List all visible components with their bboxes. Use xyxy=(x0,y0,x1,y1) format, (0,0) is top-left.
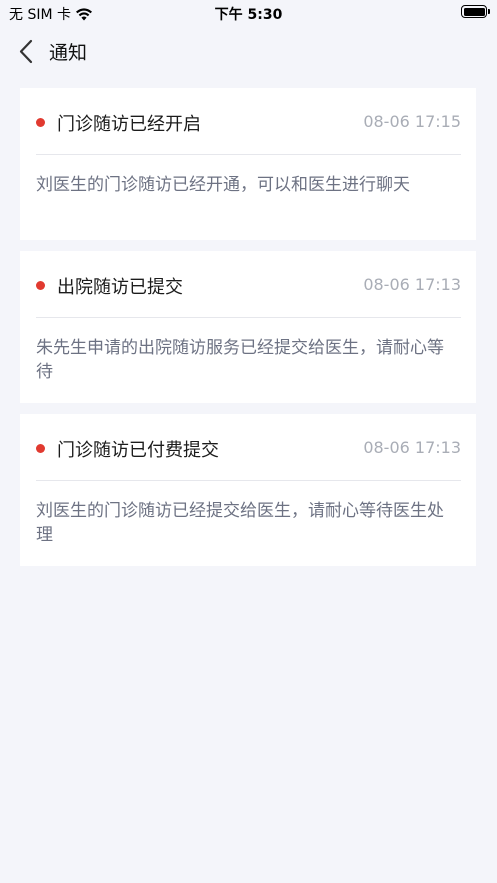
notification-title: 门诊随访已经开启 xyxy=(57,114,201,135)
notification-time: 08-06 17:13 xyxy=(363,275,461,294)
page-title: 通知 xyxy=(49,42,88,64)
notification-time: 08-06 17:15 xyxy=(363,112,461,131)
notification-card[interactable]: 门诊随访已付费提交 08-06 17:13 刘医生的门诊随访已经提交给医生，请耐… xyxy=(20,414,476,566)
notification-time: 08-06 17:13 xyxy=(363,438,461,457)
notification-body: 刘医生的门诊随访已经提交给医生，请耐心等待医生处理 xyxy=(36,501,444,545)
divider xyxy=(36,317,461,318)
notification-body: 朱先生申请的出院随访服务已经提交给医生，请耐心等待 xyxy=(36,338,444,382)
card-header: 出院随访已提交 08-06 17:13 xyxy=(20,251,476,317)
notification-card[interactable]: 出院随访已提交 08-06 17:13 朱先生申请的出院随访服务已经提交给医生，… xyxy=(20,251,476,403)
notification-body: 刘医生的门诊随访已经开通，可以和医生进行聊天 xyxy=(36,175,410,195)
status-bar: 无 SIM 卡 下午 5:30 xyxy=(0,0,497,26)
card-header: 门诊随访已付费提交 08-06 17:13 xyxy=(20,414,476,480)
divider xyxy=(36,480,461,481)
notification-title: 门诊随访已付费提交 xyxy=(57,440,219,461)
divider xyxy=(36,154,461,155)
battery-icon xyxy=(461,5,490,18)
nav-bar: 通知 xyxy=(0,26,497,78)
notification-card[interactable]: 门诊随访已经开启 08-06 17:15 刘医生的门诊随访已经开通，可以和医生进… xyxy=(20,88,476,240)
back-button[interactable] xyxy=(16,38,40,66)
status-time: 下午 5:30 xyxy=(214,7,283,23)
unread-dot-icon xyxy=(36,118,45,127)
unread-dot-icon xyxy=(36,281,45,290)
unread-dot-icon xyxy=(36,444,45,453)
card-header: 门诊随访已经开启 08-06 17:15 xyxy=(20,88,476,154)
chevron-left-icon xyxy=(19,39,33,64)
notification-title: 出院随访已提交 xyxy=(57,277,183,298)
